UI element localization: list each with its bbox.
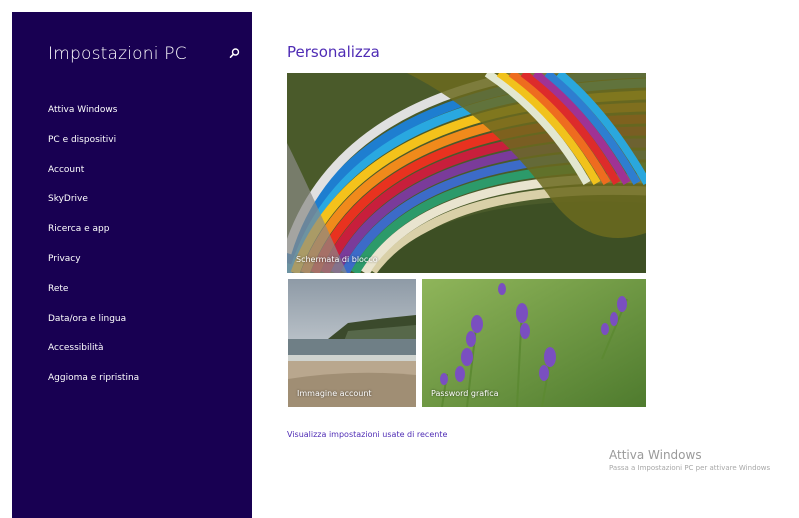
sidebar-item-account[interactable]: Account (48, 163, 139, 193)
picture-password-tile[interactable]: Password grafica (422, 279, 646, 407)
sidebar: Impostazioni PC Attiva Windows PC e disp… (12, 12, 252, 518)
account-picture-tile[interactable]: Immagine account (288, 279, 416, 407)
search-icon[interactable] (226, 46, 242, 62)
activation-watermark-title: Attiva Windows (609, 448, 702, 462)
account-image (288, 279, 416, 407)
recent-settings-link[interactable]: Visualizza impostazioni usate di recente (287, 430, 447, 439)
page-title: Personalizza (287, 43, 380, 61)
account-picture-label: Immagine account (297, 389, 372, 398)
lock-screen-label: Schermata di blocco (296, 255, 378, 264)
sidebar-item-ricerca-app[interactable]: Ricerca e app (48, 222, 139, 252)
sidebar-item-pc-dispositivi[interactable]: PC e dispositivi (48, 133, 139, 163)
lock-screen-image (287, 73, 646, 273)
password-image (422, 279, 646, 407)
sidebar-item-attiva-windows[interactable]: Attiva Windows (48, 103, 139, 133)
sidebar-item-aggiorna-ripristina[interactable]: Aggioma e ripristina (48, 371, 139, 401)
sidebar-item-skydrive[interactable]: SkyDrive (48, 192, 139, 222)
sidebar-item-data-ora-lingua[interactable]: Data/ora e lingua (48, 312, 139, 342)
sidebar-title: Impostazioni PC (48, 44, 187, 64)
sidebar-nav: Attiva Windows PC e dispositivi Account … (48, 103, 139, 401)
sidebar-item-privacy[interactable]: Privacy (48, 252, 139, 282)
lock-screen-tile[interactable]: Schermata di blocco (287, 73, 646, 273)
sidebar-item-accessibilita[interactable]: Accessibilità (48, 341, 139, 371)
sidebar-item-rete[interactable]: Rete (48, 282, 139, 312)
activation-watermark-subtitle: Passa a Impostazioni PC per attivare Win… (609, 464, 771, 472)
picture-password-label: Password grafica (431, 389, 499, 398)
